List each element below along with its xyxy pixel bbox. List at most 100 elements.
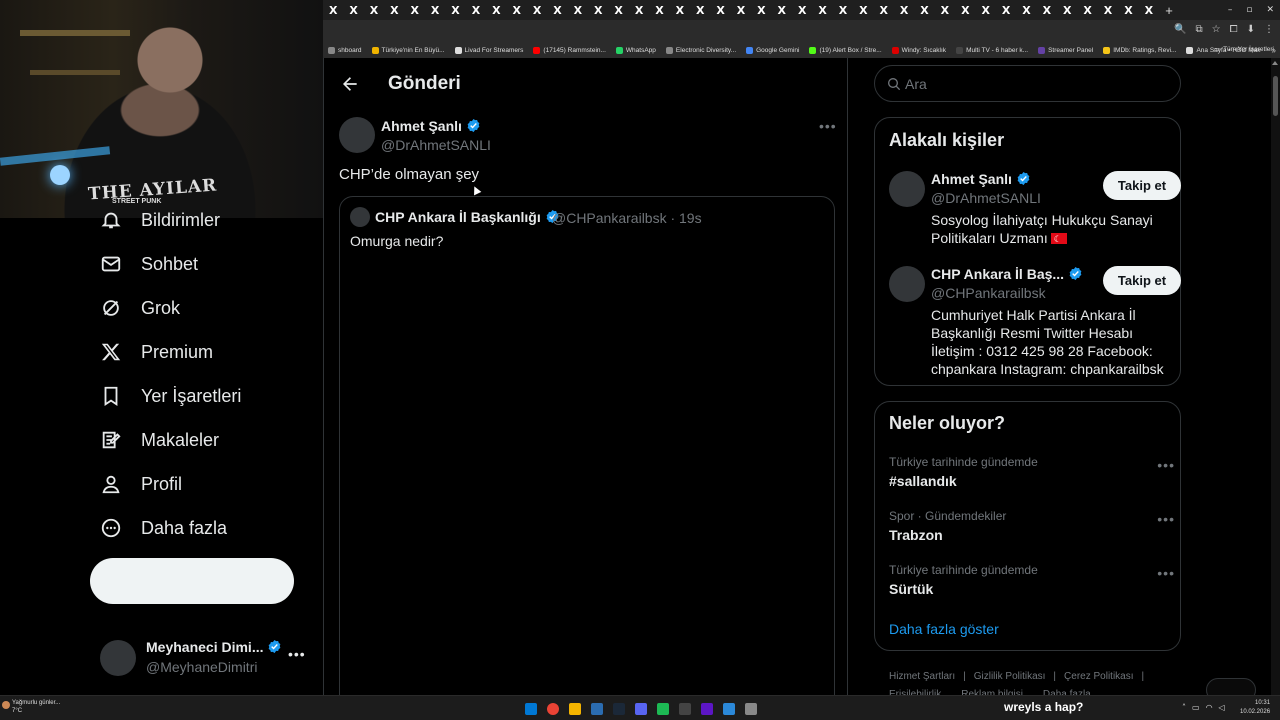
person-name[interactable]: CHP Ankara İl Baş... [931,266,1083,282]
browser-tab-x-icon[interactable]: X [527,0,547,20]
browser-tab-x-icon[interactable]: X [1098,0,1118,20]
taskbar-app-icon[interactable] [742,700,759,717]
network-icon[interactable]: ▭ [1192,703,1200,712]
follow-button[interactable]: Takip et [1103,171,1181,200]
browser-tab-x-icon[interactable]: X [976,0,996,20]
bookmark-item[interactable]: (19) Alert Box / Stre... [804,46,886,54]
browser-tab-x-icon[interactable]: X [874,0,894,20]
tray-chevron-icon[interactable]: ˄ [1182,703,1186,712]
browser-tab-x-icon[interactable]: X [1077,0,1097,20]
person-handle[interactable]: @DrAhmetSANLI [931,190,1041,206]
taskbar-app-icon[interactable] [720,700,737,717]
bookmark-item[interactable]: Windy: Sıcaklık [887,46,951,54]
browser-tab-x-icon[interactable]: X [466,0,486,20]
nav-item-daha-fazla[interactable]: Daha fazla [90,508,227,548]
tweet-author-handle[interactable]: @DrAhmetSANLI [381,137,491,153]
nav-item-grok[interactable]: Grok [90,288,180,328]
browser-tab-x-icon[interactable]: X [1139,0,1159,20]
close-window-button[interactable]: ✕ [1266,5,1274,15]
taskbar-app-icon[interactable] [698,700,715,717]
browser-tab-x-icon[interactable]: X [608,0,628,20]
bookmark-item[interactable]: Multi TV - 6 haber k... [951,46,1033,54]
trend-more-icon[interactable]: ••• [1157,565,1175,581]
browser-tab-x-icon[interactable]: X [323,0,343,20]
weather-widget[interactable]: Yağmurlu günler... 7°C [2,699,60,715]
browser-tab-x-icon[interactable]: X [812,0,832,20]
taskbar-app-icon[interactable] [654,700,671,717]
footer-link-terms[interactable]: Hizmet Şartları [889,671,955,682]
browser-tab-x-icon[interactable]: X [690,0,710,20]
browser-tab-x-icon[interactable]: X [1016,0,1036,20]
minimize-button[interactable]: – [1228,5,1233,15]
footer-link-cookies[interactable]: Çerez Politikası [1064,671,1133,682]
bookmark-item[interactable]: Electronic Diversity... [661,46,741,54]
nav-item-makaleler[interactable]: Makaleler [90,420,219,460]
avatar[interactable] [889,171,925,207]
bookmark-item[interactable]: WhatsApp [611,46,661,54]
nav-item-sohbet[interactable]: Sohbet [90,244,198,284]
browser-tab-x-icon[interactable]: X [710,0,730,20]
person-handle[interactable]: @CHPankarailbsk [931,285,1046,301]
nav-item-yer-i̇şaretleri[interactable]: Yer İşaretleri [90,376,241,416]
browser-tab-x-icon[interactable]: X [1057,0,1077,20]
browser-tab-x-icon[interactable]: X [935,0,955,20]
browser-tab-x-icon[interactable]: X [731,0,751,20]
wifi-icon[interactable]: ◠ [1206,703,1213,712]
taskbar-app-icon[interactable] [588,700,605,717]
show-more-link[interactable]: Daha fazla göster [889,621,999,637]
nav-item-profil[interactable]: Profil [90,464,182,504]
scrollbar-thumb[interactable] [1273,76,1278,116]
bookmark-item[interactable]: Streamer Panel [1033,46,1098,54]
browser-tab-x-icon[interactable]: X [853,0,873,20]
browser-tab-x-icon[interactable]: X [364,0,384,20]
zoom-icon[interactable]: 🔍 [1174,24,1186,35]
account-switcher[interactable]: Meyhaneci Dimi... @MeyhaneDimitri ••• [100,638,310,678]
trend-more-icon[interactable]: ••• [1157,457,1175,473]
trend-more-icon[interactable]: ••• [1157,511,1175,527]
browser-tab-x-icon[interactable]: X [751,0,771,20]
taskbar-app-icon[interactable] [676,700,693,717]
browser-tab-x-icon[interactable]: X [547,0,567,20]
browser-tab-x-icon[interactable]: X [649,0,669,20]
maximize-button[interactable]: ▫ [1246,5,1252,15]
person-name[interactable]: Ahmet Şanlı [931,171,1031,187]
back-arrow-icon[interactable] [340,74,360,94]
avatar[interactable] [889,266,925,302]
extensions-icon[interactable]: ⧠ [1230,24,1238,35]
trend-item[interactable]: Türkiye tarihinde gündemde #sallandık ••• [889,455,1174,489]
bookmark-item[interactable]: Google Gemini [741,46,804,54]
post-button[interactable] [90,558,294,604]
quoted-tweet[interactable]: CHP Ankara İl Başkanlığı @CHPankarailbsk… [339,196,835,716]
nav-item-bildirimler[interactable]: Bildirimler [90,200,220,240]
nav-item-premium[interactable]: Premium [90,332,213,372]
taskbar-app-icon[interactable] [632,700,649,717]
avatar[interactable] [339,117,375,153]
windows-start-icon[interactable] [522,700,539,717]
browser-tab-x-icon[interactable]: X [792,0,812,20]
bookmark-item[interactable]: shboard [323,46,367,54]
browser-tab-x-icon[interactable]: X [1118,0,1138,20]
page-scrollbar[interactable] [1271,58,1280,695]
bookmark-item[interactable]: IMDb: Ratings, Revi... [1098,46,1181,54]
browser-tab-x-icon[interactable]: X [772,0,792,20]
volume-icon[interactable]: ◁ [1219,703,1225,712]
browser-tab-x-icon[interactable]: X [507,0,527,20]
taskbar-app-icon[interactable] [544,700,561,717]
bookmark-item[interactable]: Türkiye'nin En Büyü... [367,46,450,54]
taskbar-app-icon[interactable] [566,700,583,717]
taskbar-app-icon[interactable] [610,700,627,717]
browser-tab-x-icon[interactable]: X [894,0,914,20]
tweet-author-name[interactable]: Ahmet Şanlı [381,118,481,134]
download-icon[interactable]: ⬇ [1247,24,1255,35]
account-more-icon[interactable]: ••• [288,646,306,662]
browser-tab-x-icon[interactable]: X [405,0,425,20]
bookmark-item[interactable]: Livad For Streamers [450,46,529,54]
bookmark-item[interactable]: (17145) Rammstein... [528,46,611,54]
browser-tab-x-icon[interactable]: X [343,0,363,20]
menu-icon[interactable]: ⋮ [1264,24,1274,35]
browser-tab-x-icon[interactable]: X [384,0,404,20]
search-input[interactable] [903,67,1163,100]
footer-link-privacy[interactable]: Gizlilik Politikası [974,671,1046,682]
browser-tab-x-icon[interactable]: X [568,0,588,20]
trend-item[interactable]: Türkiye tarihinde gündemde Sürtük ••• [889,563,1174,597]
